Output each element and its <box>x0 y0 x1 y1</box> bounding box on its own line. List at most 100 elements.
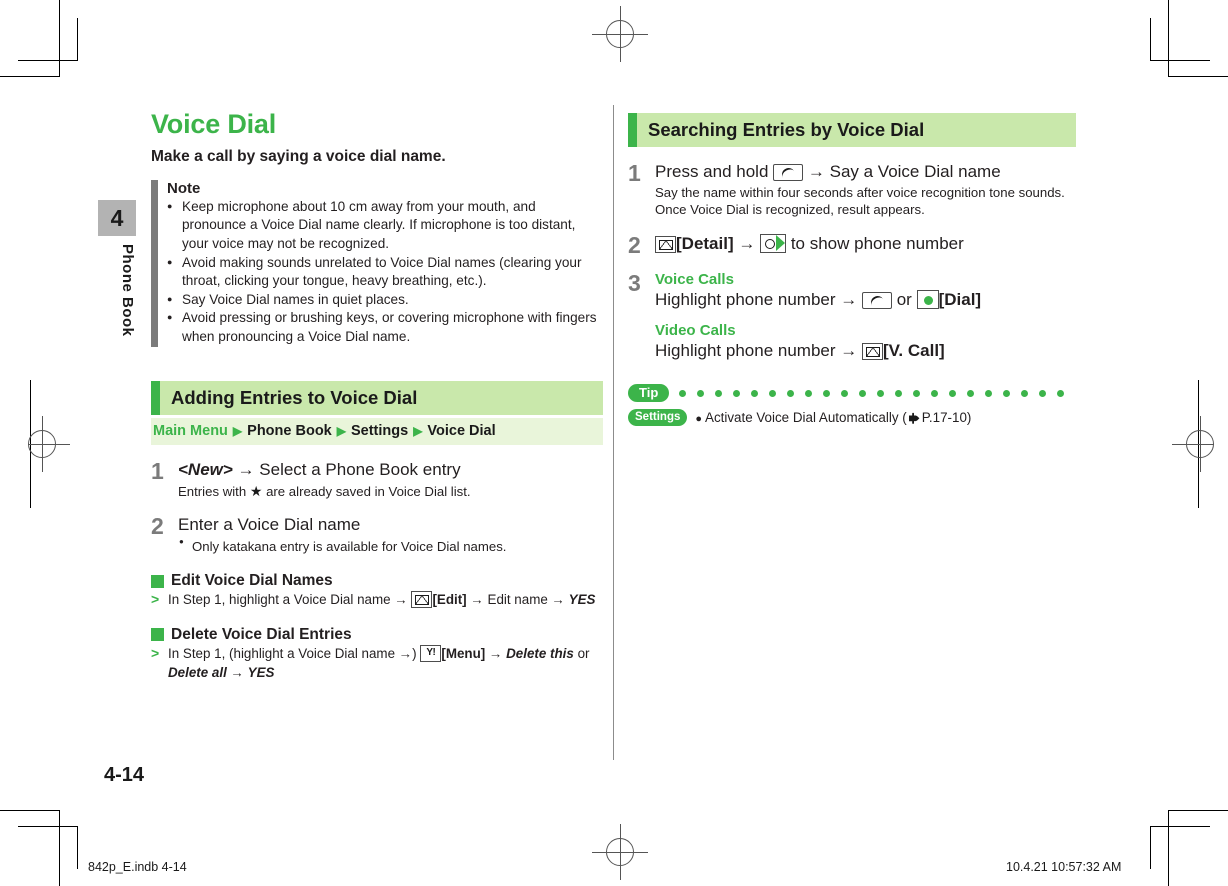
video-calls-text: Highlight phone number <box>655 340 836 360</box>
edit-key-label: [Edit] <box>432 592 467 608</box>
tip-item-text: Activate Voice Dial Automatically ( <box>705 410 907 426</box>
yahoo-menu-key-icon: Y! <box>420 644 442 662</box>
note-item: Say Voice Dial names in quiet places. <box>167 291 603 310</box>
edit-step-middle: Edit name <box>487 592 548 608</box>
step-1-note-pre: Entries with <box>178 483 247 499</box>
arrow-icon: → <box>237 459 255 479</box>
column-divider <box>613 105 614 760</box>
registration-mark-top <box>592 6 648 62</box>
arrow-icon: → <box>551 592 565 608</box>
step-1-action-pre: Press and hold <box>655 162 769 181</box>
registration-mark-left <box>28 416 84 472</box>
note-box: Note Keep microphone about 10 cm away fr… <box>151 179 603 347</box>
chapter-name: Phone Book <box>119 244 136 337</box>
voice-calls-heading: Voice Calls <box>655 270 734 288</box>
step-1-note-line1: Say the name within four seconds after v… <box>655 185 1065 201</box>
step-number: 1 <box>628 160 641 186</box>
step-1: 1 Press and hold → Say a Voice Dial name… <box>628 161 1076 219</box>
edit-step-end: YES <box>568 592 596 608</box>
star-icon: ★ <box>249 482 263 499</box>
mail-key-icon <box>411 591 433 609</box>
delete-step-middle: Delete this <box>506 645 574 661</box>
step-2-note: Only katakana entry is available for Voi… <box>178 537 603 556</box>
page-subtitle: Make a call by saying a voice dial name. <box>151 147 446 165</box>
center-select-key-icon <box>916 289 939 309</box>
tip-reference: P.17-10 <box>921 410 967 426</box>
arrow-icon: → <box>738 233 756 253</box>
note-list: Keep microphone about 10 cm away from yo… <box>167 198 603 347</box>
step-1-action: Select a Phone Book entry <box>259 459 461 479</box>
note-item: Keep microphone about 10 cm away from yo… <box>167 198 603 254</box>
voice-calls-text: Highlight phone number <box>655 289 836 309</box>
tip-badge: Tip <box>628 383 670 403</box>
arrow-icon: → <box>840 340 858 360</box>
step-1-note-line2: Once Voice Dial is recognized, result ap… <box>655 202 925 218</box>
chapter-tab: 4 Phone Book <box>98 200 136 337</box>
arrow-icon: → <box>807 162 825 181</box>
arrow-icon: → <box>398 645 413 661</box>
call-key-icon <box>861 291 892 311</box>
arrow-icon: → <box>230 664 244 680</box>
section-header-label: Searching Entries by Voice Dial <box>648 119 925 140</box>
footer-print-info: 10.4.21 10:57:32 AM <box>1006 860 1122 874</box>
arrow-icon: → <box>470 592 484 608</box>
step-1-new-token: <New> <box>178 459 233 479</box>
subsection-title: Edit Voice Dial Names <box>171 572 333 590</box>
step-number: 3 <box>628 269 641 296</box>
section-header-searching-entries: Searching Entries by Voice Dial <box>628 113 1076 147</box>
step-1-action-post: Say a Voice Dial name <box>829 162 1001 181</box>
dial-key-label: [Dial] <box>938 289 982 309</box>
video-calls-heading: Video Calls <box>655 321 736 339</box>
right-column: Searching Entries by Voice Dial 1 Press … <box>628 113 1076 427</box>
step-1: 1 <New> → Select a Phone Book entry Entr… <box>151 459 603 500</box>
delete-step-alt: Delete all <box>168 664 227 680</box>
page-title: Voice Dial <box>151 109 277 139</box>
chevron-right-icon: ▶ <box>413 424 423 439</box>
note-heading: Note <box>167 179 201 197</box>
note-item: Avoid making sounds unrelated to Voice D… <box>167 254 603 291</box>
v-call-key-label: [V. Call] <box>882 340 945 360</box>
page-number: 4-14 <box>104 764 145 786</box>
tip-block: Tip Settings Activate Voice Dial Automat… <box>628 383 1076 427</box>
arrow-icon: → <box>489 645 503 661</box>
step-2: 2 [Detail] → to show phone number <box>628 233 1076 257</box>
arrow-icon: → <box>394 592 408 608</box>
step-2-action: to show phone number <box>790 233 964 253</box>
breadcrumb-item-phone-book: Phone Book <box>247 423 332 440</box>
step-number: 1 <box>151 457 164 484</box>
step-2-key-label: [Detail] <box>676 233 734 253</box>
footer-file-info: 842p_E.indb 4-14 <box>88 860 187 874</box>
step-2-action: Enter a Voice Dial name <box>178 515 361 534</box>
chevron-right-icon: ▶ <box>232 424 243 439</box>
left-column: Voice Dial Make a call by saying a voice… <box>151 109 603 682</box>
greater-than-icon: > <box>151 591 160 608</box>
square-bullet-icon <box>151 628 164 642</box>
call-key-icon <box>773 164 804 184</box>
subsection-title: Delete Voice Dial Entries <box>171 625 352 643</box>
chapter-number: 4 <box>98 200 136 236</box>
breadcrumb-item-voice-dial: Voice Dial <box>427 423 496 440</box>
delete-step-or: or <box>577 645 590 661</box>
subsection-edit-voice-dial-names: Edit Voice Dial Names > In Step 1, highl… <box>151 572 603 610</box>
voice-calls-or: or <box>896 289 912 309</box>
step-2: 2 Enter a Voice Dial name Only katakana … <box>151 514 603 556</box>
section-accent-bar <box>151 380 160 415</box>
chevron-right-icon: ▶ <box>336 424 346 439</box>
section-header-adding-entries: Adding Entries to Voice Dial <box>151 380 603 415</box>
navigation-key-icon <box>760 233 787 253</box>
breadcrumb: Main Menu ▶ Phone Book ▶ Settings ▶ Voic… <box>151 417 603 445</box>
mail-key-icon <box>655 235 676 253</box>
breadcrumb-item-settings: Settings <box>350 423 409 440</box>
note-item: Avoid pressing or brushing keys, or cove… <box>167 309 603 346</box>
edit-step-prefix: In Step 1, highlight a Voice Dial name <box>168 592 391 608</box>
arrow-icon: → <box>840 289 858 309</box>
registration-mark-right <box>1172 416 1228 472</box>
pointing-hand-icon <box>908 412 921 425</box>
greater-than-icon: > <box>151 644 160 661</box>
section-header-label: Adding Entries to Voice Dial <box>171 386 418 408</box>
subsection-delete-voice-dial-entries: Delete Voice Dial Entries > In Step 1, (… <box>151 625 590 680</box>
manual-page: 4 Phone Book Voice Dial Make a call by s… <box>0 0 1228 886</box>
mail-key-icon <box>861 342 883 360</box>
step-number: 2 <box>151 513 164 539</box>
registration-mark-bottom <box>592 824 648 880</box>
